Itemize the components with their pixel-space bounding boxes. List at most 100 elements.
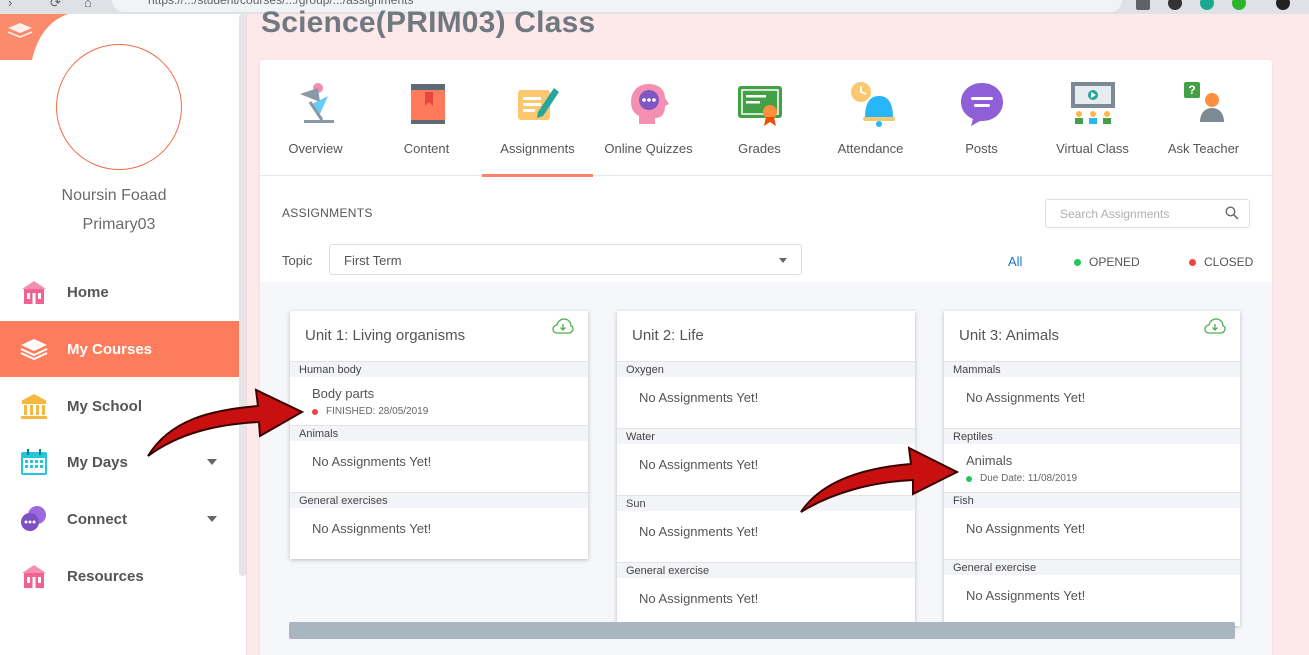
search-input[interactable] <box>1046 200 1226 227</box>
topic-header: Reptiles <box>944 428 1240 444</box>
chevron-down-icon <box>779 258 787 263</box>
units-area: Unit 1: Living organisms Human body Body… <box>260 282 1272 655</box>
tab-overview[interactable]: Overview <box>260 60 371 176</box>
unit-title: Unit 1: Living organisms <box>305 327 466 344</box>
course-panel: Overview Content Assignments Online Quiz… <box>260 60 1272 655</box>
library-building-icon <box>19 561 49 591</box>
chat-icon <box>19 504 49 534</box>
extension-icon[interactable] <box>1200 0 1214 10</box>
empty-message: No Assignments Yet! <box>966 588 1086 603</box>
empty-message: No Assignments Yet! <box>966 521 1086 536</box>
unit-card: Unit 1: Living organisms Human body Body… <box>290 311 588 559</box>
cloud-download-icon[interactable] <box>552 318 574 336</box>
sidebar-scrollbar[interactable] <box>239 14 246 576</box>
topic-header: Oxygen <box>617 361 915 377</box>
topic-header: Animals <box>290 425 588 441</box>
tab-ask-teacher[interactable]: ? Ask Teacher <box>1148 60 1259 176</box>
sidebar-item-label: My Days <box>67 453 128 471</box>
tab-label: Attendance <box>837 141 904 156</box>
annotation-arrow-icon <box>800 446 960 513</box>
extension-icon[interactable] <box>1232 0 1246 10</box>
page-title: Science(PRIM03) Class <box>261 6 596 39</box>
topic-header: Fish <box>944 492 1240 508</box>
avatar[interactable] <box>56 44 182 170</box>
forward-icon[interactable]: › <box>8 0 12 10</box>
school-building-icon <box>19 277 49 307</box>
empty-message: No Assignments Yet! <box>639 524 759 539</box>
annotation-arrow-icon <box>147 388 305 457</box>
svg-text:?: ? <box>1188 83 1195 97</box>
empty-message: No Assignments Yet! <box>312 521 432 536</box>
reload-icon[interactable]: ⟳ <box>50 0 61 11</box>
filter-label: CLOSED <box>1204 255 1254 269</box>
sidebar-item-label: My School <box>67 397 143 415</box>
sidebar-item-label: Connect <box>67 510 127 528</box>
filter-all[interactable]: All <box>1008 254 1022 269</box>
tab-label: Ask Teacher <box>1167 141 1240 156</box>
tab-label: Online Quizzes <box>604 141 693 156</box>
extension-icon[interactable] <box>1168 0 1182 10</box>
question-person-icon: ? <box>1184 82 1224 122</box>
head-thinking-icon <box>631 84 669 124</box>
assignment-name: Animals <box>966 453 1013 468</box>
extension-icon[interactable] <box>1136 0 1150 10</box>
assignment-status: FINISHED: 28/05/2019 <box>326 406 429 417</box>
tab-posts[interactable]: Posts <box>926 60 1037 176</box>
filter-opened[interactable]: OPENED <box>1074 255 1140 269</box>
assignment-pen-icon <box>518 88 559 120</box>
sidebar-item-my-courses[interactable]: My Courses <box>0 321 239 377</box>
topic-header: General exercise <box>617 562 915 578</box>
tab-content[interactable]: Content <box>371 60 482 176</box>
sidebar-item-label: Home <box>67 283 109 301</box>
tab-label: Overview <box>288 141 343 156</box>
desk-lamp-icon <box>300 83 334 123</box>
chevron-down-icon[interactable] <box>207 516 217 522</box>
presentation-board-icon <box>1071 82 1115 124</box>
search-box <box>1045 199 1250 228</box>
calendar-icon <box>19 447 49 477</box>
layers-icon <box>19 334 49 364</box>
institution-icon <box>19 391 49 421</box>
assignment-status: Due Date: 11/08/2019 <box>980 473 1078 484</box>
assignment-item[interactable]: Body parts FINISHED: 28/05/2019 <box>290 377 588 425</box>
status-dot <box>1189 258 1196 266</box>
tab-assignments[interactable]: Assignments <box>482 60 593 177</box>
book-icon <box>411 84 445 124</box>
user-class: Primary03 <box>82 216 156 233</box>
browser-toolbar: › ⟳ ⌂ https://.../student/courses/.../gr… <box>0 0 1309 14</box>
sidebar-item-connect[interactable]: Connect <box>0 491 239 547</box>
tab-attendance[interactable]: Attendance <box>815 60 926 176</box>
empty-message: No Assignments Yet! <box>312 454 432 469</box>
unit-card: Unit 3: Animals Mammals No Assignments Y… <box>944 311 1240 626</box>
sidebar-item-label: Resources <box>67 567 144 585</box>
status-dot <box>312 408 318 415</box>
profile-icon[interactable] <box>1276 0 1290 10</box>
empty-message: No Assignments Yet! <box>966 390 1086 405</box>
filter-closed[interactable]: CLOSED <box>1189 255 1253 269</box>
sidebar-item-home[interactable]: Home <box>0 264 239 320</box>
horizontal-scrollbar[interactable] <box>289 622 1235 639</box>
assignment-item[interactable]: Animals Due Date: 11/08/2019 <box>944 444 1240 492</box>
tab-label: Virtual Class <box>1056 141 1129 156</box>
search-icon[interactable] <box>1225 206 1239 220</box>
filter-label: OPENED <box>1089 255 1140 269</box>
course-tabs: Overview Content Assignments Online Quiz… <box>260 60 1272 177</box>
cloud-download-icon[interactable] <box>1204 318 1226 336</box>
sidebar: Noursin Foaad Primary03 Home My Courses … <box>0 14 247 655</box>
tab-virtual-class[interactable]: Virtual Class <box>1037 60 1148 176</box>
status-dot <box>966 475 972 482</box>
topic-label: Topic <box>282 253 313 268</box>
tab-label: Content <box>403 141 450 156</box>
sidebar-item-label: My Courses <box>67 340 153 358</box>
topic-select[interactable]: First Term <box>329 244 802 275</box>
bell-clock-icon <box>851 82 895 127</box>
unit-title: Unit 3: Animals <box>959 327 1060 344</box>
home-icon[interactable]: ⌂ <box>84 0 92 10</box>
tab-grades[interactable]: Grades <box>704 60 815 176</box>
user-name: Noursin Foaad <box>61 187 167 204</box>
sidebar-item-resources[interactable]: Resources <box>0 548 239 604</box>
topic-header: Human body <box>290 361 588 377</box>
tab-label: Grades <box>738 141 781 156</box>
assignment-name: Body parts <box>312 386 375 401</box>
tab-online-quizzes[interactable]: Online Quizzes <box>593 60 704 176</box>
